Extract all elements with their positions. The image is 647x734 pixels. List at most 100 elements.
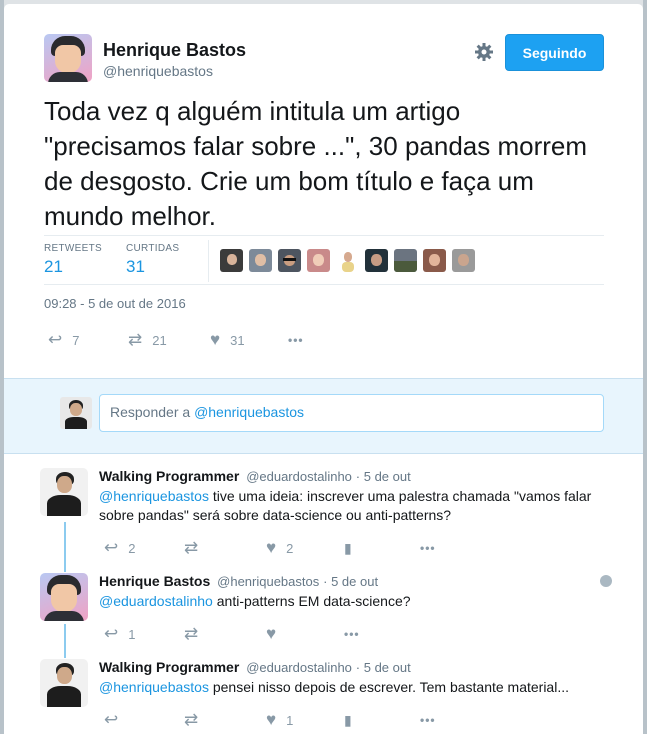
liker-avatar[interactable] — [394, 249, 417, 272]
like-count: 1 — [286, 712, 294, 728]
reply-icon: ↩ — [104, 538, 119, 557]
more-action[interactable]: ••• — [288, 331, 304, 349]
retweet-icon: ⇄ — [184, 538, 199, 557]
reply-mention: @henriquebastos — [194, 404, 305, 420]
likes-label: CURTIDAS — [126, 243, 180, 254]
heart-icon: ♥ — [266, 710, 277, 729]
retweets-count: 21 — [44, 257, 63, 276]
reply-author-handle[interactable]: @henriquebastos — [217, 574, 319, 589]
reply-avatar[interactable] — [40, 659, 88, 707]
tweet-header: Henrique Bastos @henriquebastos Seguindo — [44, 34, 604, 86]
reply-author-handle[interactable]: @eduardostalinho — [246, 660, 352, 675]
author-handle[interactable]: @henriquebastos — [103, 63, 213, 79]
following-button[interactable]: Seguindo — [505, 34, 604, 71]
more-icon: ••• — [288, 333, 304, 347]
analytics-action[interactable]: ▮ — [344, 711, 420, 729]
retweets-label: RETWEETS — [44, 243, 102, 254]
analytics-icon: ▮ — [344, 540, 352, 556]
reply-action[interactable]: ↩ 2 — [104, 539, 184, 557]
more-action[interactable]: ••• — [420, 539, 436, 557]
reply-author-handle[interactable]: @eduardostalinho — [246, 469, 352, 484]
reply-icon: ↩ — [48, 330, 63, 349]
liker-avatar[interactable] — [365, 249, 388, 272]
reply-header: Henrique Bastos @henriquebastos · 5 de o… — [99, 573, 378, 589]
reply-text: @henriquebastos pensei nisso depois de e… — [99, 678, 609, 697]
reply-mention[interactable]: @eduardostalinho — [99, 593, 213, 609]
more-icon: ••• — [420, 541, 436, 555]
reply-header: Walking Programmer @eduardostalinho · 5 … — [99, 659, 411, 675]
reply-input[interactable]: Responder a @henriquebastos — [99, 394, 604, 432]
liker-avatar[interactable] — [220, 249, 243, 272]
reply-time[interactable]: · 5 de out — [323, 574, 378, 589]
like-action[interactable]: ♥ 31 — [210, 331, 288, 349]
reply-action[interactable]: ↩ 7 — [48, 331, 128, 349]
retweet-count: 21 — [152, 332, 167, 348]
liker-avatar[interactable] — [278, 249, 301, 272]
reply-count: 7 — [72, 332, 80, 348]
reply-header: Walking Programmer @eduardostalinho · 5 … — [99, 468, 411, 484]
retweet-icon: ⇄ — [128, 330, 143, 349]
reply-tweet[interactable]: Henrique Bastos @henriquebastos · 5 de o… — [40, 573, 620, 649]
more-action[interactable]: ••• — [344, 625, 360, 643]
liker-avatar[interactable] — [423, 249, 446, 272]
retweet-action[interactable]: ⇄ — [184, 625, 266, 643]
reply-avatar[interactable] — [40, 573, 88, 621]
retweet-icon: ⇄ — [184, 624, 199, 643]
reply-time[interactable]: · 5 de out — [356, 660, 411, 675]
tweet-timestamp[interactable]: 09:28 - 5 de out de 2016 — [44, 296, 186, 311]
likes-stat[interactable]: CURTIDAS 31 — [126, 243, 179, 277]
author-name[interactable]: Henrique Bastos — [103, 40, 246, 61]
liker-avatar[interactable] — [452, 249, 475, 272]
reply-icon: ↩ — [104, 624, 119, 643]
retweets-stat[interactable]: RETWEETS 21 — [44, 243, 102, 277]
reply-actions: ↩ ⇄ ♥ 1 ▮ ••• — [104, 711, 436, 729]
retweet-action[interactable]: ⇄ — [184, 711, 266, 729]
reply-action[interactable]: ↩ — [104, 711, 184, 729]
reply-tweet[interactable]: Walking Programmer @eduardostalinho · 5 … — [40, 468, 620, 558]
reply-compose-area: Responder a @henriquebastos — [4, 378, 643, 454]
reply-mention[interactable]: @henriquebastos — [99, 679, 209, 695]
reply-icon: ↩ — [104, 710, 119, 729]
analytics-icon: ▮ — [344, 712, 352, 728]
likes-count: 31 — [126, 257, 145, 276]
stats-divider — [208, 240, 209, 282]
analytics-action[interactable]: ▮ — [344, 539, 420, 557]
reply-action[interactable]: ↩ 1 — [104, 625, 184, 643]
reply-avatar[interactable] — [40, 468, 88, 516]
reply-time[interactable]: · 5 de out — [356, 469, 411, 484]
liker-avatar[interactable] — [336, 249, 359, 272]
tweet-text: Toda vez q alguém intitula um artigo "pr… — [44, 96, 588, 231]
heart-icon: ♥ — [266, 538, 277, 557]
reply-author-name[interactable]: Henrique Bastos — [99, 573, 210, 589]
tweet-stats: RETWEETS 21 CURTIDAS 31 — [44, 235, 604, 285]
backdrop-right — [643, 0, 647, 734]
reply-actions: ↩ 1 ⇄ ♥ ••• — [104, 625, 360, 643]
reply-author-name[interactable]: Walking Programmer — [99, 468, 239, 484]
author-avatar[interactable] — [44, 34, 92, 82]
reply-body: anti-patterns EM data-science? — [212, 593, 411, 609]
like-action[interactable]: ♥ — [266, 625, 344, 643]
gear-icon[interactable] — [474, 42, 494, 62]
liker-avatar[interactable] — [307, 249, 330, 272]
reply-author-name[interactable]: Walking Programmer — [99, 659, 239, 675]
more-icon: ••• — [344, 627, 360, 641]
reply-tweet[interactable]: Walking Programmer @eduardostalinho · 5 … — [40, 659, 620, 734]
reply-mention[interactable]: @henriquebastos — [99, 488, 209, 504]
retweet-action[interactable]: ⇄ — [184, 539, 266, 557]
like-action[interactable]: ♥ 2 — [266, 539, 344, 557]
current-user-avatar — [60, 397, 92, 429]
like-count: 31 — [230, 332, 245, 348]
reply-text: @eduardostalinho anti-patterns EM data-s… — [99, 592, 609, 611]
liker-avatar[interactable] — [249, 249, 272, 272]
more-action[interactable]: ••• — [420, 711, 436, 729]
reply-prefix: Responder a — [110, 404, 195, 420]
reply-count: 1 — [128, 626, 136, 642]
more-icon: ••• — [420, 713, 436, 727]
like-action[interactable]: ♥ 1 — [266, 711, 344, 729]
retweet-action[interactable]: ⇄ 21 — [128, 331, 210, 349]
globe-icon — [600, 575, 612, 587]
tweet-permalink-modal: Henrique Bastos @henriquebastos Seguindo… — [4, 4, 643, 734]
liker-avatars — [220, 249, 475, 272]
reply-text: @henriquebastos tive uma ideia: inscreve… — [99, 487, 609, 525]
heart-icon: ♥ — [266, 624, 277, 643]
